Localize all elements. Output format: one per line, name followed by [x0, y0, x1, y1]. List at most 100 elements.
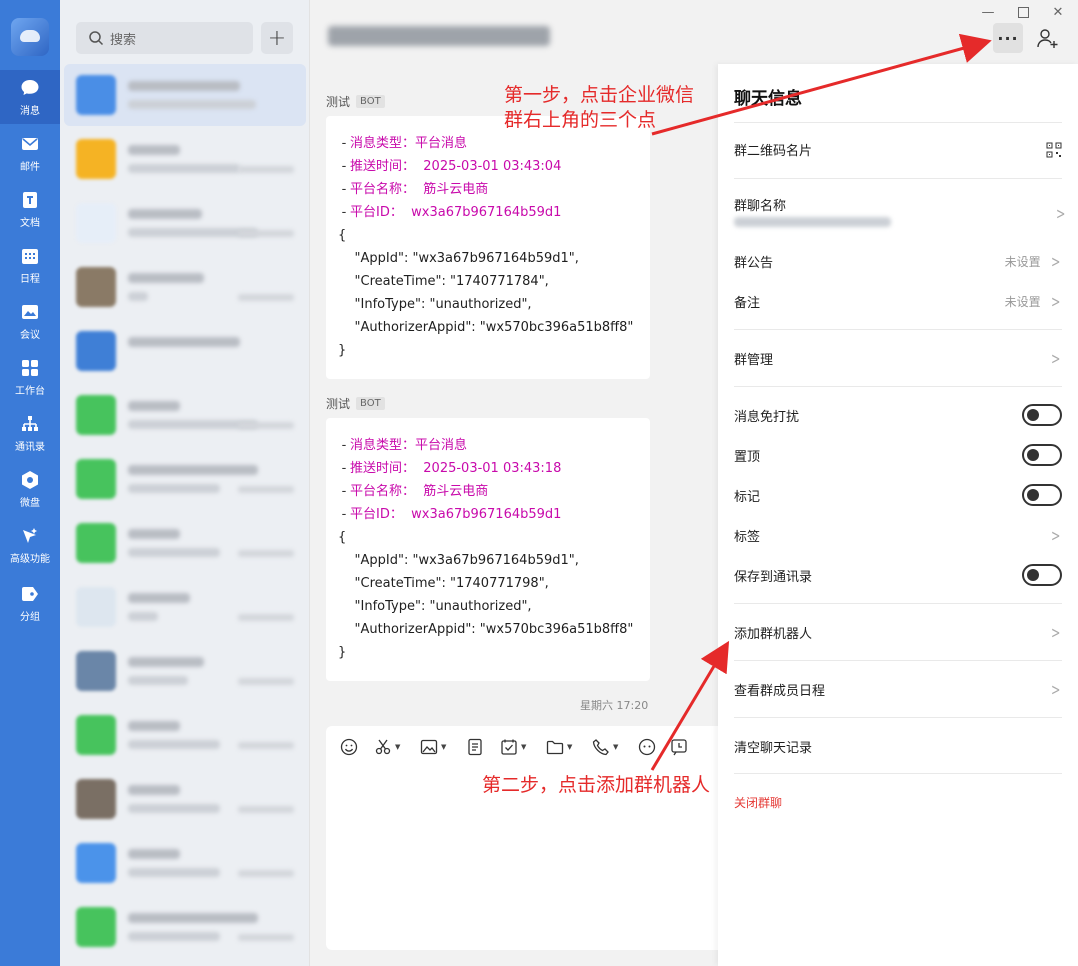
conversation-item[interactable] [64, 384, 306, 446]
annotation-line: 群右上角的三个点 [504, 109, 657, 131]
announcement-row[interactable]: 群公告 未设置 > [734, 252, 1062, 271]
add-member-button[interactable] [1036, 27, 1060, 51]
nav-item-meeting[interactable]: 会议 [0, 294, 60, 348]
group-name-row[interactable]: 群聊名称 [734, 195, 1062, 214]
nav-item-workbench[interactable]: 工作台 [0, 350, 60, 404]
meta-line: - 平台ID： wx3a67b967164b59d1 [341, 205, 562, 220]
mark-toggle[interactable] [1022, 484, 1062, 506]
row-label: 标签 [734, 530, 761, 545]
meta-line: - 平台名称： 筋斗云电商 [341, 484, 489, 499]
emoji-button[interactable] [340, 738, 358, 756]
nav-item-calendar[interactable]: 日程 [0, 238, 60, 292]
nav-item-mail[interactable]: 邮件 [0, 126, 60, 180]
schedule-button[interactable] [670, 738, 688, 756]
nav-rail: 消息 邮件 文档 日程 会议 工作台 通讯录 微盘 高级功能 分组 [0, 0, 60, 966]
chevron-right-icon: > [1050, 348, 1060, 368]
task-button[interactable]: ▼ [500, 738, 526, 756]
mark-row: 标记 [734, 484, 1062, 506]
minimize-icon: — [981, 4, 995, 20]
call-button[interactable]: ▼ [592, 738, 618, 756]
chat-info-panel: 聊天信息 群二维码名片 群聊名称 > 群公告 未设置 > 备注 未设置 > 群管理 … [718, 64, 1078, 966]
row-label: 置顶 [734, 449, 761, 465]
note-button[interactable] [466, 738, 484, 756]
conversation-item[interactable] [64, 256, 306, 318]
qr-card-row[interactable]: 群二维码名片 [734, 140, 1062, 159]
search-icon [89, 31, 104, 46]
add-person-icon [1037, 29, 1058, 48]
meta-label: 平台名称： [350, 484, 416, 499]
conversation-item[interactable] [64, 832, 306, 894]
row-label: 群公告 [734, 256, 774, 271]
meta-value: 平台消息 [415, 438, 468, 453]
close-window-button[interactable]: ✕ [1048, 4, 1068, 20]
row-label: 关闭群聊 [734, 796, 783, 810]
meta-value: wx3a67b967164b59d1 [411, 507, 562, 522]
nav-item-groups[interactable]: 分组 [0, 576, 60, 630]
message-composer[interactable]: ▼ ▼ ▼ ▼ ▼ [326, 726, 726, 950]
meta-line: - 平台ID： wx3a67b967164b59d1 [341, 507, 562, 522]
nav-label: 邮件 [20, 161, 40, 173]
nav-label: 日程 [20, 273, 40, 285]
member-schedule-row[interactable]: 查看群成员日程 > [734, 680, 1062, 699]
minimize-button[interactable]: — [978, 4, 998, 20]
close-group-button[interactable]: 关闭群聊 [734, 794, 1062, 811]
meta-value: 平台消息 [415, 136, 468, 151]
screenshot-button[interactable]: ▼ [374, 738, 400, 756]
tag-row[interactable]: 标签 > [734, 526, 1062, 545]
meta-line: - 推送时间： 2025-03-01 03:43:04 [341, 159, 562, 174]
group-manage-row[interactable]: 群管理 > [734, 349, 1062, 368]
chevron-right-icon: > [1050, 622, 1060, 642]
conversation-item[interactable] [64, 576, 306, 638]
search-input[interactable]: 搜索 [76, 22, 253, 54]
nav-item-drive[interactable]: 微盘 [0, 462, 60, 516]
remark-row[interactable]: 备注 未设置 > [734, 292, 1062, 311]
scissors-icon [375, 739, 391, 755]
save-contacts-toggle[interactable] [1022, 564, 1062, 586]
file-button[interactable]: ▼ [546, 738, 572, 756]
chevron-right-icon: > [1056, 204, 1066, 223]
chevron-right-icon: > [1050, 291, 1060, 311]
json-body: { "AppId": "wx3a67b967164b59d1", "Create… [338, 530, 634, 660]
conversation-item[interactable] [64, 512, 306, 574]
add-button[interactable]: + [261, 22, 293, 54]
meta-value: 筋斗云电商 [423, 182, 489, 197]
robot-button[interactable] [638, 738, 656, 756]
conversation-item[interactable] [64, 704, 306, 766]
conversation-item[interactable] [64, 64, 306, 126]
json-body: { "AppId": "wx3a67b967164b59d1", "Create… [338, 228, 634, 358]
pin-toggle[interactable] [1022, 444, 1062, 466]
maximize-button[interactable] [1013, 4, 1033, 20]
meta-label: 消息类型： [350, 438, 416, 453]
nav-item-advanced[interactable]: 高级功能 [0, 518, 60, 572]
conversation-item[interactable] [64, 448, 306, 510]
row-value: 未设置 [1004, 255, 1041, 269]
conversation-item[interactable] [64, 128, 306, 190]
conversation-item[interactable] [64, 896, 306, 958]
nav-item-docs[interactable]: 文档 [0, 182, 60, 236]
clear-history-row[interactable]: 清空聊天记录 [734, 737, 1062, 756]
emoji-icon [340, 738, 358, 756]
meta-line: - 消息类型：平台消息 [341, 438, 468, 453]
clock-bubble-icon [671, 739, 687, 756]
conversation-item[interactable] [64, 320, 306, 382]
sender-name: 测试 [326, 95, 351, 109]
message-bubble[interactable]: - 消息类型：平台消息 - 推送时间： 2025-03-01 03:43:18 -平… [326, 418, 650, 681]
nav-item-messages[interactable]: 消息 [0, 70, 60, 124]
more-options-button[interactable]: ··· [993, 23, 1023, 53]
more-icon: ··· [997, 28, 1019, 48]
mute-toggle[interactable] [1022, 404, 1062, 426]
phone-icon [592, 739, 609, 756]
conversation-item[interactable] [64, 192, 306, 254]
robot-face-icon [638, 738, 656, 756]
image-icon [420, 739, 438, 755]
message-bubble[interactable]: - 消息类型：平台消息 - 推送时间： 2025-03-01 03:43:04 -平… [326, 116, 650, 379]
annotation-step2: 第二步，点击添加群机器人 [482, 774, 711, 796]
add-bot-row[interactable]: 添加群机器人 > [734, 623, 1062, 642]
meta-label: 推送时间： [350, 461, 416, 476]
meta-label: 消息类型： [350, 136, 416, 151]
conversation-item[interactable] [64, 640, 306, 702]
nav-item-contacts[interactable]: 通讯录 [0, 406, 60, 460]
image-button[interactable]: ▼ [420, 738, 446, 756]
conversation-item[interactable] [64, 768, 306, 830]
bot-badge: BOT [356, 397, 385, 410]
